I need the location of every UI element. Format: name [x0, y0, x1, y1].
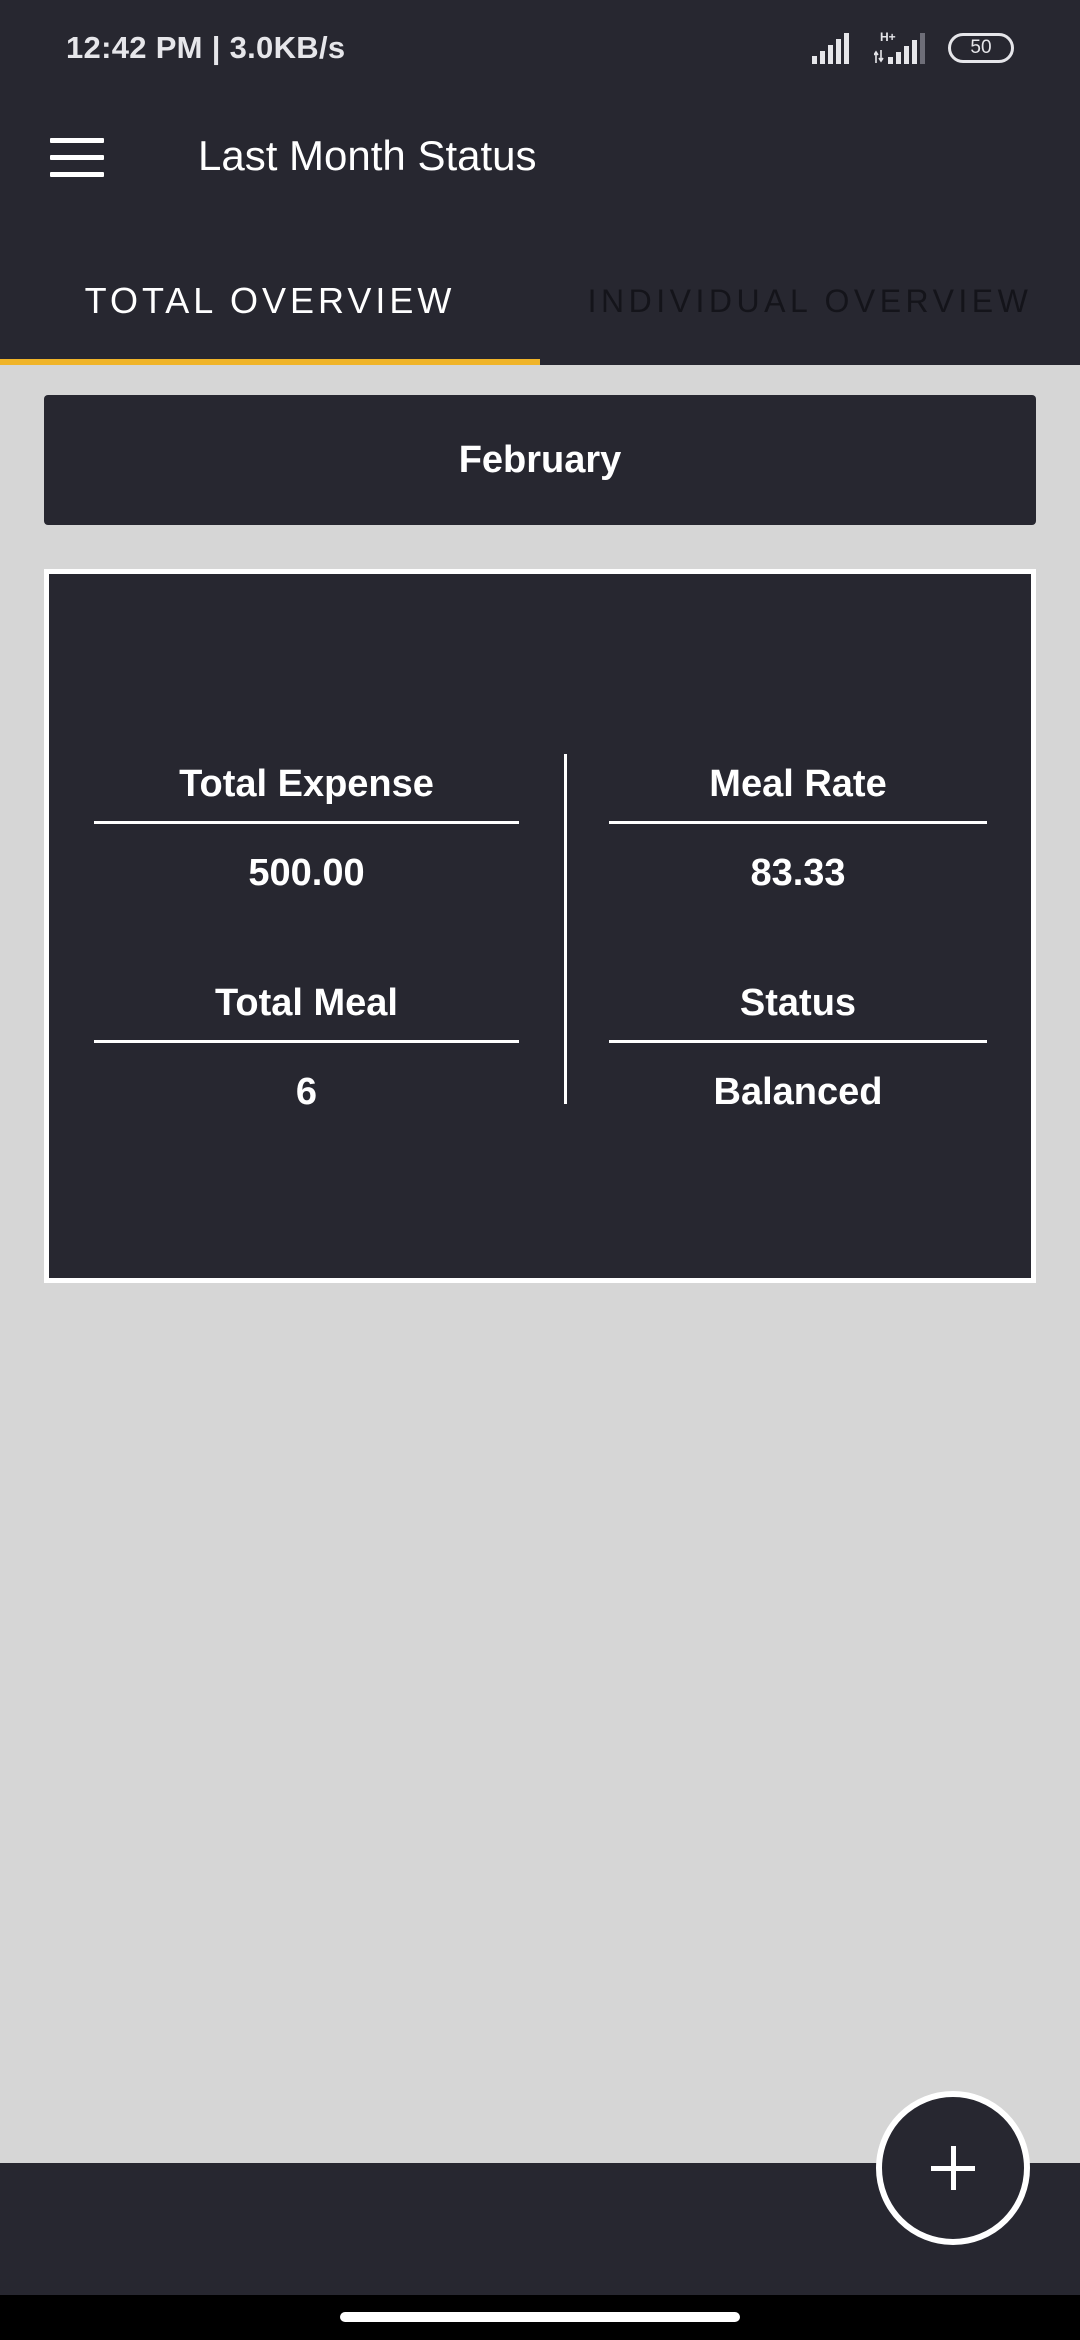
- tab-bar: TOTAL OVERVIEW INDIVIDUAL OVERVIEW: [0, 260, 1080, 365]
- status-cell: Status Balanced: [609, 978, 987, 1117]
- mobile-data-signal-icon: H+: [874, 30, 925, 64]
- hamburger-menu-icon[interactable]: [50, 138, 104, 178]
- total-meal-label: Total Meal: [215, 982, 398, 1024]
- page-title: Last Month Status: [198, 132, 537, 179]
- total-expense-value: 500.00: [248, 852, 365, 894]
- month-selector[interactable]: February: [44, 395, 1036, 525]
- status-label: Status: [739, 982, 857, 1024]
- tab-individual-overview[interactable]: INDIVIDUAL OVERVIEW: [540, 260, 1080, 365]
- divider-line: [94, 1040, 519, 1043]
- total-expense-label: Total Expense: [179, 763, 434, 805]
- summary-card: Total Expense 500.00 Meal Rate 83.33 Tot…: [44, 569, 1036, 1283]
- total-expense-cell: Total Expense 500.00: [94, 759, 519, 898]
- meal-rate-label: Meal Rate: [709, 763, 887, 805]
- divider-line: [609, 821, 987, 824]
- home-indicator[interactable]: [340, 2312, 740, 2322]
- total-meal-cell: Total Meal 6: [94, 978, 519, 1117]
- status-time-speed: 12:42 PM | 3.0KB/s: [66, 30, 346, 65]
- divider-line: [609, 1040, 987, 1043]
- signal-icon: [812, 33, 849, 64]
- app-bar: Last Month Status: [0, 100, 1080, 260]
- network-type-label: H+: [880, 30, 896, 44]
- meal-rate-value: 83.33: [750, 852, 846, 894]
- vertical-divider: [564, 754, 567, 1104]
- status-bar: 12:42 PM | 3.0KB/s H+ 50: [0, 0, 1080, 100]
- battery-icon: 50: [948, 33, 1014, 63]
- meal-rate-cell: Meal Rate 83.33: [609, 759, 987, 898]
- add-button[interactable]: [876, 2091, 1030, 2245]
- tab-total-overview[interactable]: TOTAL OVERVIEW: [0, 260, 540, 365]
- divider-line: [94, 821, 519, 824]
- status-value: Balanced: [713, 1071, 883, 1113]
- tab-indicator: [0, 359, 540, 365]
- total-meal-value: 6: [295, 1071, 318, 1113]
